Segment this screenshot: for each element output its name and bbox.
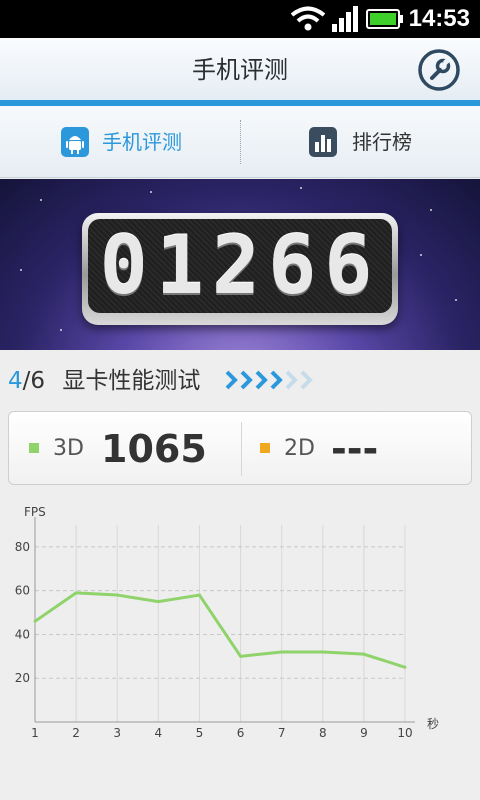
test-name: 显卡性能测试	[62, 368, 201, 394]
legend-2d-swatch	[260, 443, 270, 453]
x-tick-label: 1	[31, 726, 39, 740]
data-point	[115, 593, 119, 597]
page-title: 手机评测	[192, 56, 288, 84]
data-point	[156, 600, 160, 604]
test-total: /6	[22, 368, 46, 394]
tab-phone-test-label: 手机评测	[102, 130, 182, 154]
y-tick-label: 60	[15, 584, 30, 598]
wifi-icon	[290, 6, 326, 31]
data-point	[280, 650, 284, 654]
x-tick-label: 5	[196, 726, 204, 740]
x-axis-label: 秒	[427, 717, 439, 731]
tab-ranking-label: 排行榜	[352, 130, 412, 154]
x-tick-label: 8	[319, 726, 327, 740]
y-tick-label: 40	[15, 627, 30, 641]
x-tick-label: 10	[397, 726, 412, 740]
clock: 14:53	[408, 5, 470, 32]
data-point	[33, 619, 37, 623]
title-bar: 手机评测	[0, 38, 480, 102]
x-tick-label: 4	[155, 726, 163, 740]
data-point	[239, 654, 243, 658]
panel-divider	[241, 422, 242, 476]
x-tick-label: 3	[113, 726, 121, 740]
data-point	[321, 650, 325, 654]
status-bar: 14:53	[0, 0, 480, 38]
result-2d-value: ---	[331, 427, 379, 471]
y-tick-label: 80	[15, 540, 30, 554]
test-progress-label: 4/6 显卡性能测试	[8, 362, 200, 400]
tab-phone-test[interactable]: 手机评测	[0, 106, 240, 178]
x-tick-label: 9	[360, 726, 368, 740]
data-point	[362, 652, 366, 656]
score-display: 01266	[82, 213, 398, 325]
battery-icon	[366, 9, 403, 29]
y-tick-label: 20	[15, 671, 30, 685]
result-2d-label: 2D	[284, 436, 315, 461]
fps-chart: FPS 秒 20 40 60 80 1 2 3 4 5 6 7 8 9 10	[15, 505, 439, 740]
series-line	[34, 591, 406, 669]
total-score: 01266	[99, 219, 381, 312]
signal-icon	[332, 6, 358, 32]
progress-chevrons-icon	[225, 370, 313, 390]
android-icon	[61, 127, 89, 157]
data-point	[197, 593, 201, 597]
data-point	[403, 665, 407, 669]
test-current-index: 4	[8, 368, 23, 394]
x-tick-label: 7	[278, 726, 286, 740]
x-tick-label: 2	[72, 726, 80, 740]
tab-ranking[interactable]: 排行榜	[240, 106, 480, 178]
tab-bar: 手机评测 排行榜	[0, 106, 480, 178]
result-3d-value: 1065	[101, 427, 207, 471]
data-point	[74, 591, 78, 595]
settings-wrench-icon[interactable]	[418, 49, 460, 91]
result-3d-label: 3D	[53, 436, 84, 461]
score-banner: 01266	[0, 179, 480, 350]
y-axis-label: FPS	[24, 505, 46, 519]
x-tick-label: 6	[237, 726, 245, 740]
legend-3d-swatch	[29, 443, 39, 453]
result-panel: 3D 1065 2D ---	[8, 411, 472, 485]
bar-chart-icon	[309, 127, 337, 157]
